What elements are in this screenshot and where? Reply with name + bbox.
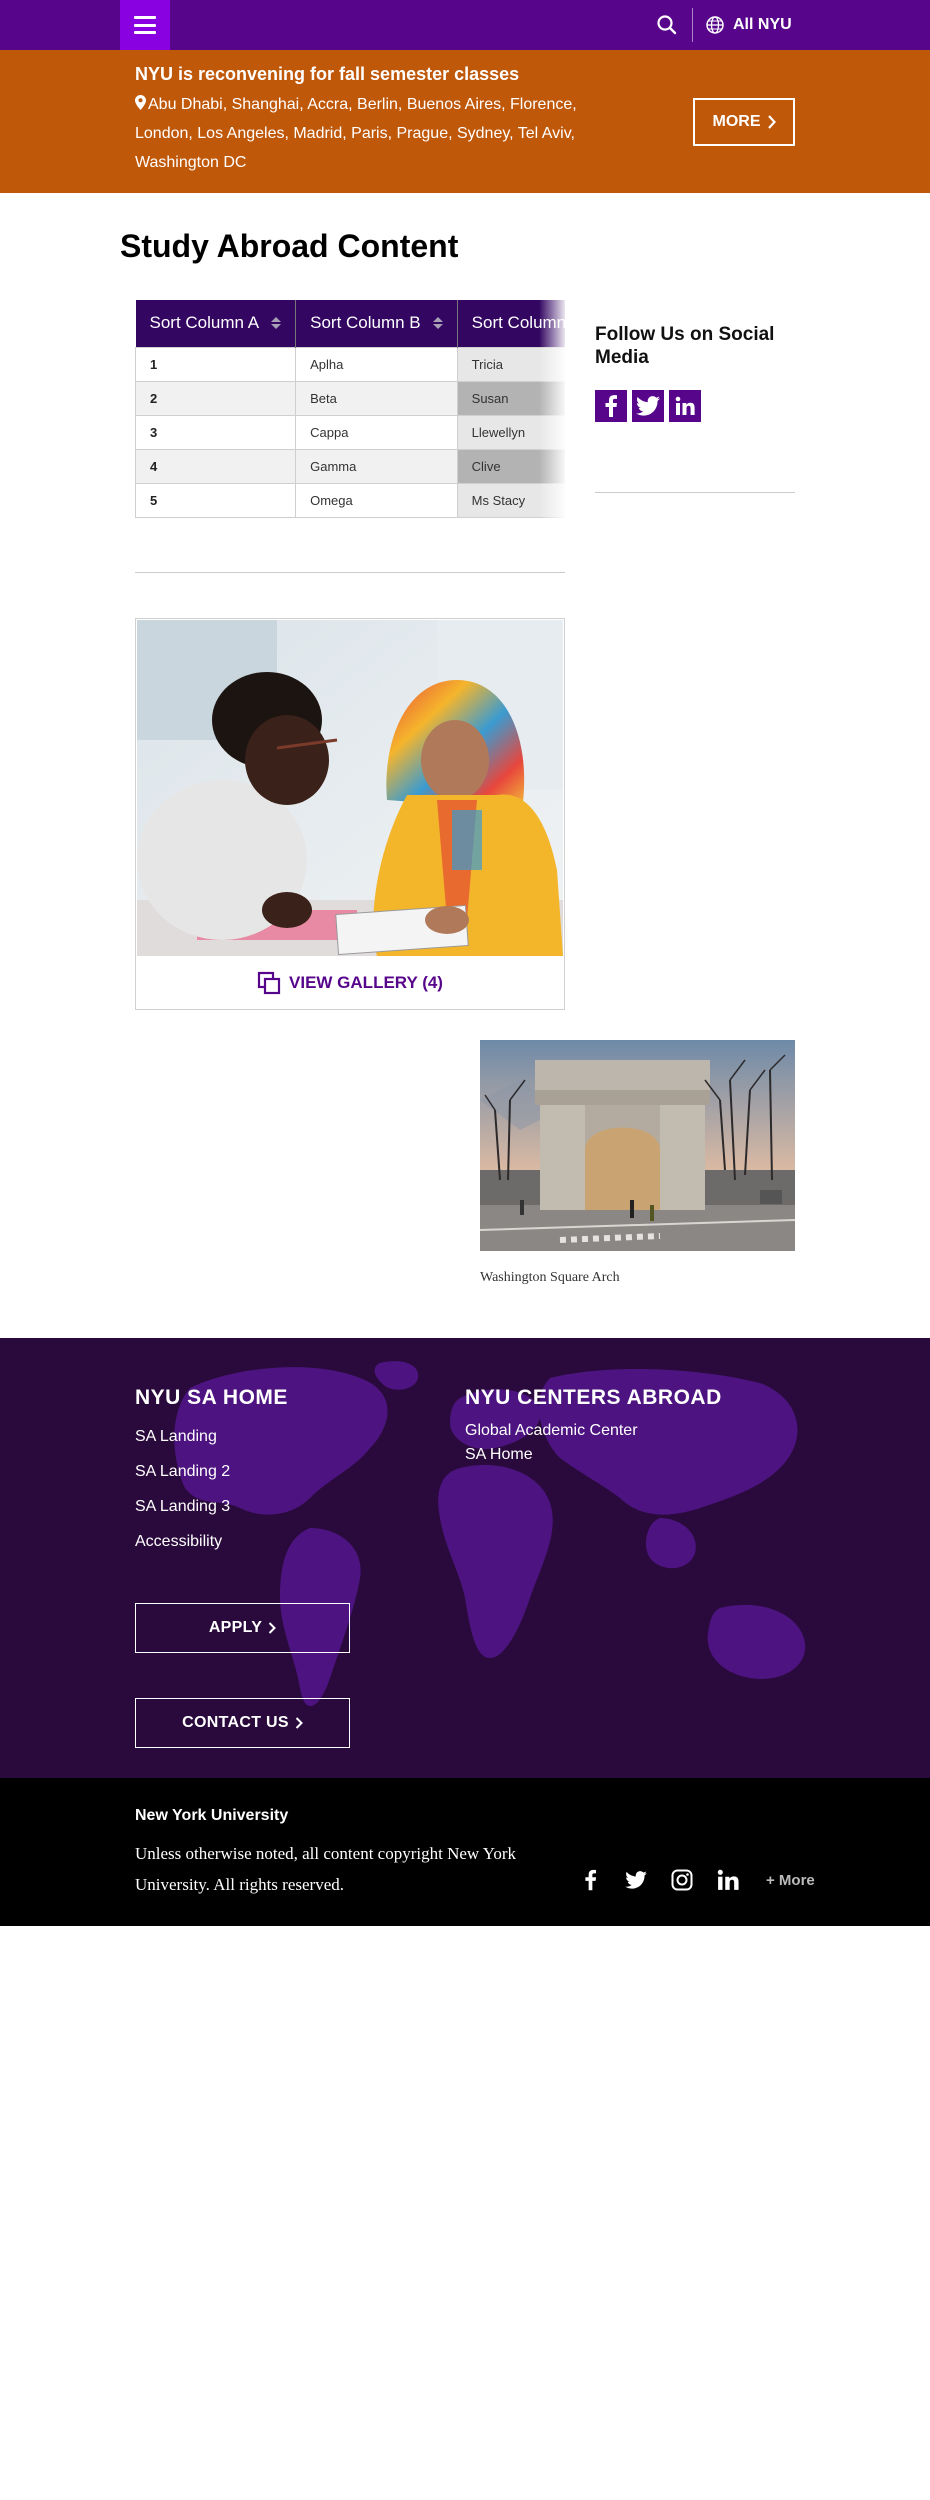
chevron-right-icon — [295, 1717, 303, 1729]
column-header-label: Sort Column B — [310, 313, 421, 333]
facebook-link[interactable] — [595, 390, 627, 422]
facebook-icon — [605, 395, 617, 417]
table-row: 3 Cappa Llewellyn — [135, 414, 565, 450]
all-nyu-button[interactable]: All NYU — [705, 0, 792, 50]
twitter-link[interactable] — [624, 1868, 648, 1892]
top-bar: All NYU — [0, 0, 930, 50]
footer-link[interactable]: SA Landing — [135, 1428, 217, 1446]
apply-button[interactable]: APPLY — [135, 1603, 350, 1653]
apply-label: APPLY — [208, 1619, 263, 1636]
table-row: 5 Omega Ms Stacy — [135, 482, 565, 518]
view-gallery-label: VIEW GALLERY (4) — [289, 973, 443, 992]
linkedin-link[interactable] — [669, 390, 701, 422]
chevron-right-icon — [767, 115, 776, 129]
bottom-bar: New York University Unless otherwise not… — [0, 1778, 930, 1926]
table-cell: Aplha — [295, 346, 458, 382]
social-icons — [595, 390, 701, 422]
table-cell: Beta — [295, 380, 458, 416]
footer-col2-title: NYU CENTERS ABROAD — [465, 1386, 722, 1409]
more-button[interactable]: MORE — [693, 98, 795, 146]
table-cell: 1 — [135, 346, 297, 382]
column-header-b[interactable]: Sort Column B — [295, 300, 458, 347]
more-label: MORE — [712, 113, 761, 130]
table-cell: Ms Stacy — [456, 482, 565, 518]
table-cell: Gamma — [295, 448, 458, 484]
column-header-c[interactable]: Sort Column C — [457, 300, 565, 347]
linkedin-link[interactable] — [716, 1868, 740, 1892]
footer-link[interactable]: Accessibility — [135, 1533, 222, 1551]
all-nyu-label: All NYU — [733, 16, 792, 33]
table-row: 4 Gamma Clive — [135, 448, 565, 484]
footer-link[interactable]: SA Landing 3 — [135, 1498, 230, 1516]
instagram-link[interactable] — [670, 1868, 694, 1892]
sort-icon — [432, 317, 443, 330]
arch-caption: Washington Square Arch — [480, 1270, 620, 1285]
site-footer: NYU SA HOME SA Landing SA Landing 2 SA L… — [0, 1338, 930, 1778]
students-photo — [137, 620, 563, 956]
map-pin-icon — [135, 95, 146, 110]
contact-us-button[interactable]: CONTACT US — [135, 1698, 350, 1748]
topbar-divider — [692, 8, 693, 42]
table-cell: Tricia — [456, 346, 565, 382]
contact-label: CONTACT US — [182, 1714, 289, 1731]
table-cell: 5 — [135, 482, 297, 518]
footer-link[interactable]: SA Home — [465, 1446, 533, 1464]
university-name: New York University — [135, 1807, 289, 1824]
menu-button[interactable] — [120, 0, 170, 50]
footer-social-icons: + More — [578, 1868, 815, 1892]
search-icon — [657, 15, 677, 35]
sort-icon — [271, 317, 282, 330]
table-row: 2 Beta Susan — [135, 380, 565, 416]
instagram-icon — [671, 1869, 693, 1891]
copyright-text: Unless otherwise noted, all content copy… — [135, 1844, 517, 1894]
twitter-icon — [636, 396, 660, 416]
table-cell: Susan — [456, 380, 565, 416]
washington-square-arch-image — [480, 1040, 795, 1251]
linkedin-icon — [717, 1869, 739, 1890]
data-table: Sort Column A Sort Column B Sort Column … — [135, 300, 565, 518]
facebook-link[interactable] — [578, 1868, 602, 1892]
column-header-label: Sort Column C — [471, 313, 565, 333]
footer-col1-title: NYU SA HOME — [135, 1386, 288, 1409]
divider — [135, 572, 565, 573]
chevron-right-icon — [268, 1622, 277, 1634]
gallery-icon — [257, 971, 281, 995]
table-cell: 2 — [135, 380, 297, 416]
twitter-link[interactable] — [632, 390, 664, 422]
footer-link[interactable]: Global Academic Center — [465, 1422, 638, 1440]
column-header-a[interactable]: Sort Column A — [135, 300, 297, 347]
footer-link[interactable]: SA Landing 2 — [135, 1463, 230, 1481]
alert-locations-text: Abu Dhabi, Shanghai, Accra, Berlin, Buen… — [135, 96, 577, 171]
divider — [595, 492, 795, 493]
alert-locations: Abu Dhabi, Shanghai, Accra, Berlin, Buen… — [135, 90, 635, 177]
alert-banner: NYU is reconvening for fall semester cla… — [0, 50, 930, 193]
globe-icon — [706, 16, 724, 34]
more-social-link[interactable]: + More — [766, 1872, 815, 1889]
sortable-table: Sort Column A Sort Column B Sort Column … — [135, 300, 565, 518]
table-cell: 3 — [135, 414, 297, 450]
table-cell: Omega — [295, 482, 458, 518]
gallery-photo[interactable] — [137, 620, 563, 956]
table-cell: 4 — [135, 448, 297, 484]
search-button[interactable] — [654, 12, 680, 38]
alert-title: NYU is reconvening for fall semester cla… — [135, 64, 520, 84]
table-cell: Clive — [456, 448, 565, 484]
social-title: Follow Us on Social Media — [595, 324, 775, 368]
facebook-icon — [584, 1869, 596, 1891]
gallery-card: VIEW GALLERY (4) — [135, 618, 565, 1010]
page-title: Study Abroad Content — [120, 228, 459, 264]
column-header-label: Sort Column A — [149, 313, 260, 333]
arch-photo — [480, 1040, 795, 1251]
table-cell: Cappa — [295, 414, 458, 450]
hamburger-icon — [134, 16, 156, 34]
linkedin-icon — [675, 396, 695, 415]
table-cell: Llewellyn — [456, 414, 565, 450]
view-gallery-link[interactable]: VIEW GALLERY (4) — [136, 957, 564, 1009]
twitter-icon — [625, 1871, 647, 1889]
table-row: 1 Aplha Tricia — [135, 346, 565, 382]
